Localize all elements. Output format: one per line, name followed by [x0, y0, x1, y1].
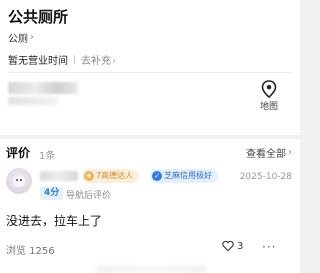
heart-icon: [222, 240, 234, 252]
like-count: 3: [237, 240, 244, 252]
map-button[interactable]: 地图: [254, 80, 284, 116]
review-date: 2025-10-28: [239, 172, 292, 182]
poi-category-link[interactable]: 公厕 ›: [8, 30, 34, 45]
chevron-right-icon: ›: [112, 56, 117, 67]
level-badge-label: 7高德达人: [96, 171, 134, 180]
level-badge: ★ 7高德达人: [82, 169, 140, 183]
add-hours-label: 去补充: [81, 56, 112, 67]
credit-badge-label: 芝麻信用极好: [164, 171, 212, 180]
review-text[interactable]: 没进去，拉车上了: [6, 212, 102, 229]
more-options-button[interactable]: ···: [262, 240, 276, 254]
address-blurred: [8, 82, 78, 94]
review-views: 浏览 1256: [6, 246, 55, 257]
poi-category-label: 公厕: [8, 34, 28, 45]
avatar-eye: [20, 179, 22, 181]
map-button-label: 地图: [259, 102, 278, 112]
view-all-reviews-link[interactable]: 查看全部 ›: [246, 145, 292, 160]
poi-info-card: 公共厕所 公厕 › 暂无营业时间 | 去补充› 地图: [0, 0, 300, 135]
next-content-fade: [96, 266, 206, 272]
view-all-label: 查看全部: [246, 149, 286, 160]
reviews-card: 评价 1条 查看全部 › ★ 7高德达人 ✓ 芝麻信用极好 2025-10-28…: [0, 139, 300, 273]
reviews-count: 1条: [39, 151, 56, 162]
avatar-face: [13, 176, 25, 187]
poi-name: 公共厕所: [8, 8, 69, 26]
like-button[interactable]: 3: [222, 240, 243, 252]
username-blurred[interactable]: [40, 171, 78, 181]
map-pin-icon: [261, 80, 277, 98]
chevron-right-icon: ›: [30, 32, 34, 43]
credit-badge: ✓ 芝麻信用极好: [150, 169, 218, 183]
add-hours-link[interactable]: 去补充›: [81, 52, 116, 67]
avatar-eye: [16, 179, 18, 181]
chevron-right-icon: ›: [288, 147, 292, 158]
review-score: 4分: [40, 187, 64, 200]
opening-hours-row: 暂无营业时间 | 去补充›: [8, 52, 116, 68]
opening-hours-status: 暂无营业时间: [8, 56, 68, 67]
reviews-title: 评价: [6, 146, 31, 160]
review-source-tag: 导航后评价: [66, 191, 112, 201]
distance-blurred: [8, 97, 58, 105]
avatar[interactable]: [6, 168, 32, 194]
section-divider: [8, 72, 292, 73]
level-badge-icon: ★: [84, 171, 94, 181]
credit-badge-icon: ✓: [152, 171, 162, 181]
hours-divider: |: [73, 54, 77, 65]
